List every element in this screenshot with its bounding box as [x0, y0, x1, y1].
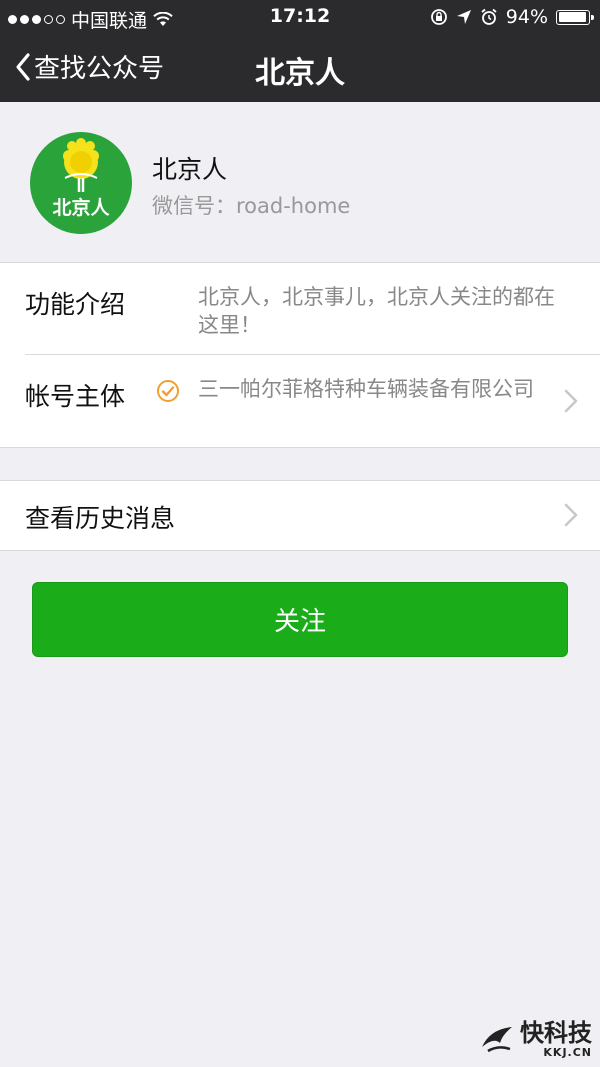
page-title: 北京人 [255, 56, 345, 91]
top-bar: 中国联通 17:12 94% 查找公众号 北京人 [0, 0, 600, 102]
wechat-id: 微信号：road-home [152, 194, 351, 218]
intro-label: 功能介绍 [25, 290, 126, 319]
follow-button[interactable]: 关注 [32, 582, 568, 657]
entity-label: 帐号主体 [25, 382, 126, 411]
battery-icon [556, 9, 594, 25]
history-row[interactable]: 查看历史消息 [0, 480, 600, 551]
battery-level [558, 12, 586, 22]
account-info-group: 功能介绍 北京人，北京事儿，北京人关注的都在这里！ 帐号主体 三一帕尔菲格特种车… [0, 263, 600, 448]
watermark-logo-icon [482, 1026, 512, 1052]
entity-value: 三一帕尔菲格特种车辆装备有限公司 [198, 377, 534, 401]
status-bar: 中国联通 17:12 94% [0, 0, 600, 34]
account-logo[interactable]: 北京人 [30, 132, 132, 234]
watermark: 快科技 KKJ.CN [480, 1020, 592, 1059]
account-name: 北京人 [152, 155, 228, 184]
location-arrow-icon [456, 10, 471, 24]
account-profile: 北京人 北京人 微信号：road-home [0, 102, 600, 263]
alarm-clock-icon [481, 8, 497, 25]
history-label: 查看历史消息 [25, 504, 176, 533]
orientation-lock-icon [430, 9, 447, 25]
watermark-sub: KKJ.CN [543, 1046, 592, 1059]
intro-value: 北京人，北京事儿，北京人关注的都在这里！ [198, 285, 555, 337]
logo-text: 北京人 [52, 196, 110, 219]
chevron-right-icon [564, 389, 578, 413]
watermark-main: 快科技 [520, 1019, 592, 1047]
verified-check-icon [157, 380, 179, 402]
row-divider [25, 354, 600, 355]
nav-bar: 查找公众号 北京人 [0, 34, 600, 102]
chevron-right-icon [564, 503, 578, 527]
battery-percent: 94% [505, 6, 548, 28]
